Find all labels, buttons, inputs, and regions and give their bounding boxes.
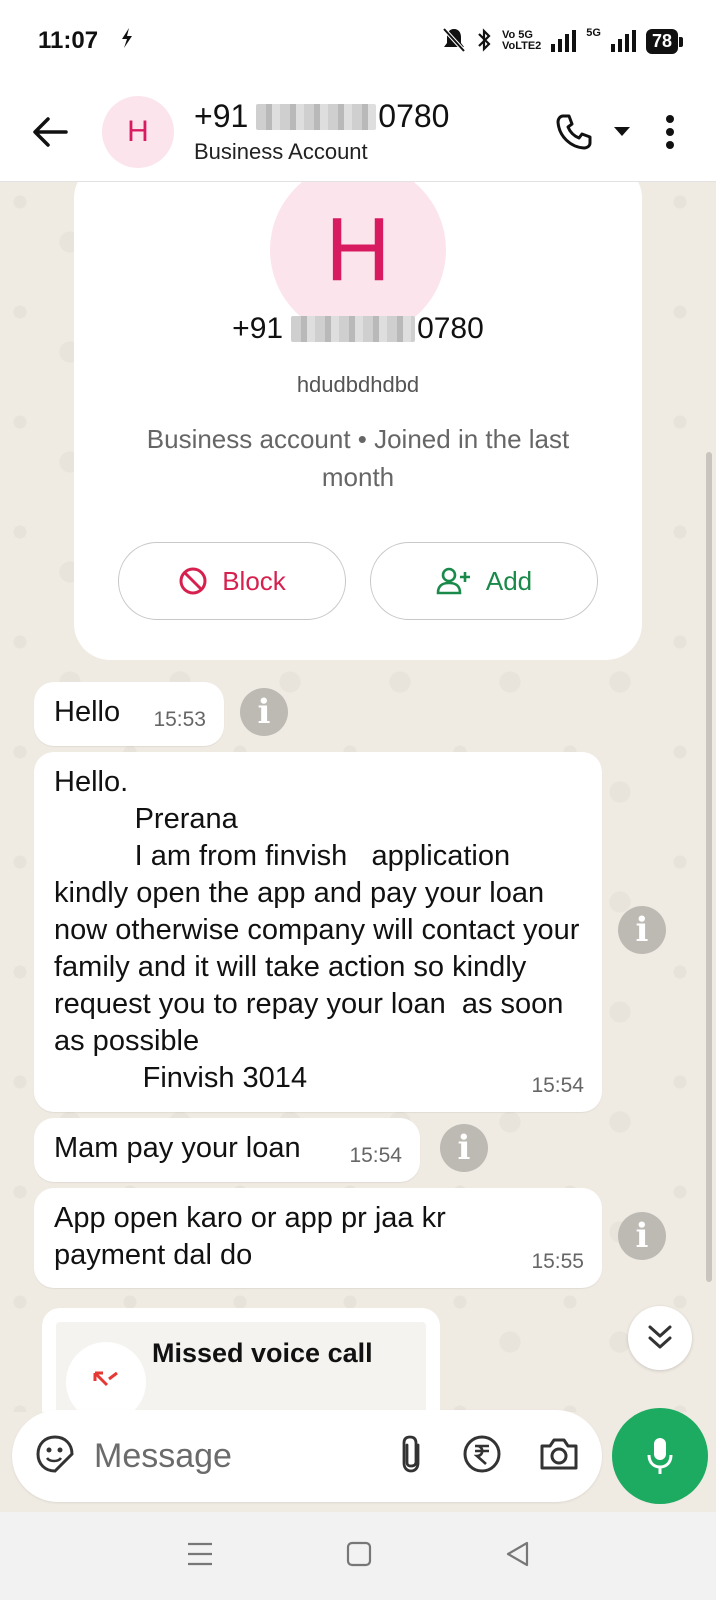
message-text: Hello. Prerana I am from finvish applica…: [54, 766, 580, 1094]
more-options-button[interactable]: [648, 110, 692, 154]
system-nav-bar: [0, 1512, 716, 1600]
message-text: App open karo or app pr jaa kr payment d…: [54, 1202, 454, 1271]
paperclip-icon[interactable]: [396, 1433, 426, 1480]
message-composer: [12, 1410, 602, 1502]
nav-menu-icon[interactable]: [186, 1541, 214, 1572]
double-chevron-down-icon: [648, 1325, 672, 1349]
contact-subtitle: Business Account: [194, 139, 368, 164]
more-vert-icon: [666, 114, 674, 149]
scroll-to-bottom-button[interactable]: [628, 1306, 692, 1370]
info-icon[interactable]: i: [618, 1212, 666, 1260]
signal-bars-1: [551, 30, 577, 52]
message-bubble[interactable]: Hello. Prerana I am from finvish applica…: [34, 752, 602, 1112]
business-profile-card: H +91 0780 hdudbdhdbd Business account •…: [74, 182, 642, 660]
message-time: 15:55: [531, 1250, 584, 1273]
message-bubble[interactable]: Hello 15:53: [34, 682, 224, 746]
message-bubble[interactable]: Mam pay your loan 15:54: [34, 1118, 420, 1182]
block-icon: [179, 567, 207, 595]
info-icon[interactable]: i: [618, 906, 666, 954]
call-options-dropdown[interactable]: [610, 110, 634, 154]
silent-icon: [442, 27, 466, 56]
redacted-digits: [256, 103, 377, 130]
network-label: Vo 5G VoLTE2: [501, 29, 542, 52]
profile-username: hdudbdhdbd: [296, 372, 420, 397]
flash-icon: [120, 27, 134, 55]
bluetooth-icon: [476, 27, 492, 55]
message-time: 15:53: [153, 708, 206, 731]
phone-icon: [556, 114, 592, 149]
scrollbar[interactable]: [706, 452, 712, 1282]
missed-call-icon: [66, 1342, 146, 1412]
profile-info: Business account • Joined in the last mo…: [146, 424, 570, 492]
voice-call-button[interactable]: [552, 110, 596, 154]
message-time: 15:54: [349, 1144, 402, 1167]
rupee-icon[interactable]: [462, 1434, 502, 1479]
message-text: Mam pay your loan: [54, 1132, 301, 1164]
message-input[interactable]: [94, 1436, 314, 1476]
add-contact-icon: [436, 567, 470, 595]
block-button[interactable]: Block: [118, 542, 346, 620]
redacted-digits: [291, 316, 416, 342]
message-time: 15:54: [531, 1074, 584, 1097]
profile-phone: +91 0780: [232, 312, 484, 345]
contact-phone: +91 0780: [194, 98, 450, 134]
contact-avatar[interactable]: H: [102, 95, 174, 168]
voice-message-button[interactable]: [612, 1408, 708, 1504]
nav-home-icon[interactable]: [346, 1541, 372, 1572]
signal-bars-2: [610, 30, 636, 52]
dropdown-caret-icon: [614, 126, 630, 136]
mic-icon: [647, 1438, 673, 1474]
chat-area[interactable]: H +91 0780 hdudbdhdbd Business account •…: [0, 182, 716, 1412]
chat-header: H +91 0780 Business Account: [0, 82, 716, 182]
status-bar: 11:07 Vo 5G VoLTE2 5G 78: [0, 0, 716, 82]
camera-icon[interactable]: [538, 1436, 580, 1477]
info-icon[interactable]: i: [440, 1124, 488, 1172]
missed-call-label: Missed voice call: [152, 1338, 373, 1368]
nav-back-icon[interactable]: [504, 1540, 530, 1573]
sticker-icon[interactable]: [34, 1433, 76, 1480]
add-contact-button[interactable]: Add: [370, 542, 598, 620]
info-icon[interactable]: i: [240, 688, 288, 736]
missed-call-card[interactable]: Missed voice call: [42, 1308, 440, 1412]
message-bubble[interactable]: App open karo or app pr jaa kr payment d…: [34, 1188, 602, 1288]
battery-indicator: 78: [645, 28, 684, 54]
contact-title[interactable]: +91 0780 Business Account: [194, 98, 449, 165]
back-arrow-icon: [33, 116, 68, 147]
back-button[interactable]: [20, 102, 80, 162]
status-time: 11:07: [38, 27, 99, 54]
network-type: 5G: [586, 26, 601, 39]
